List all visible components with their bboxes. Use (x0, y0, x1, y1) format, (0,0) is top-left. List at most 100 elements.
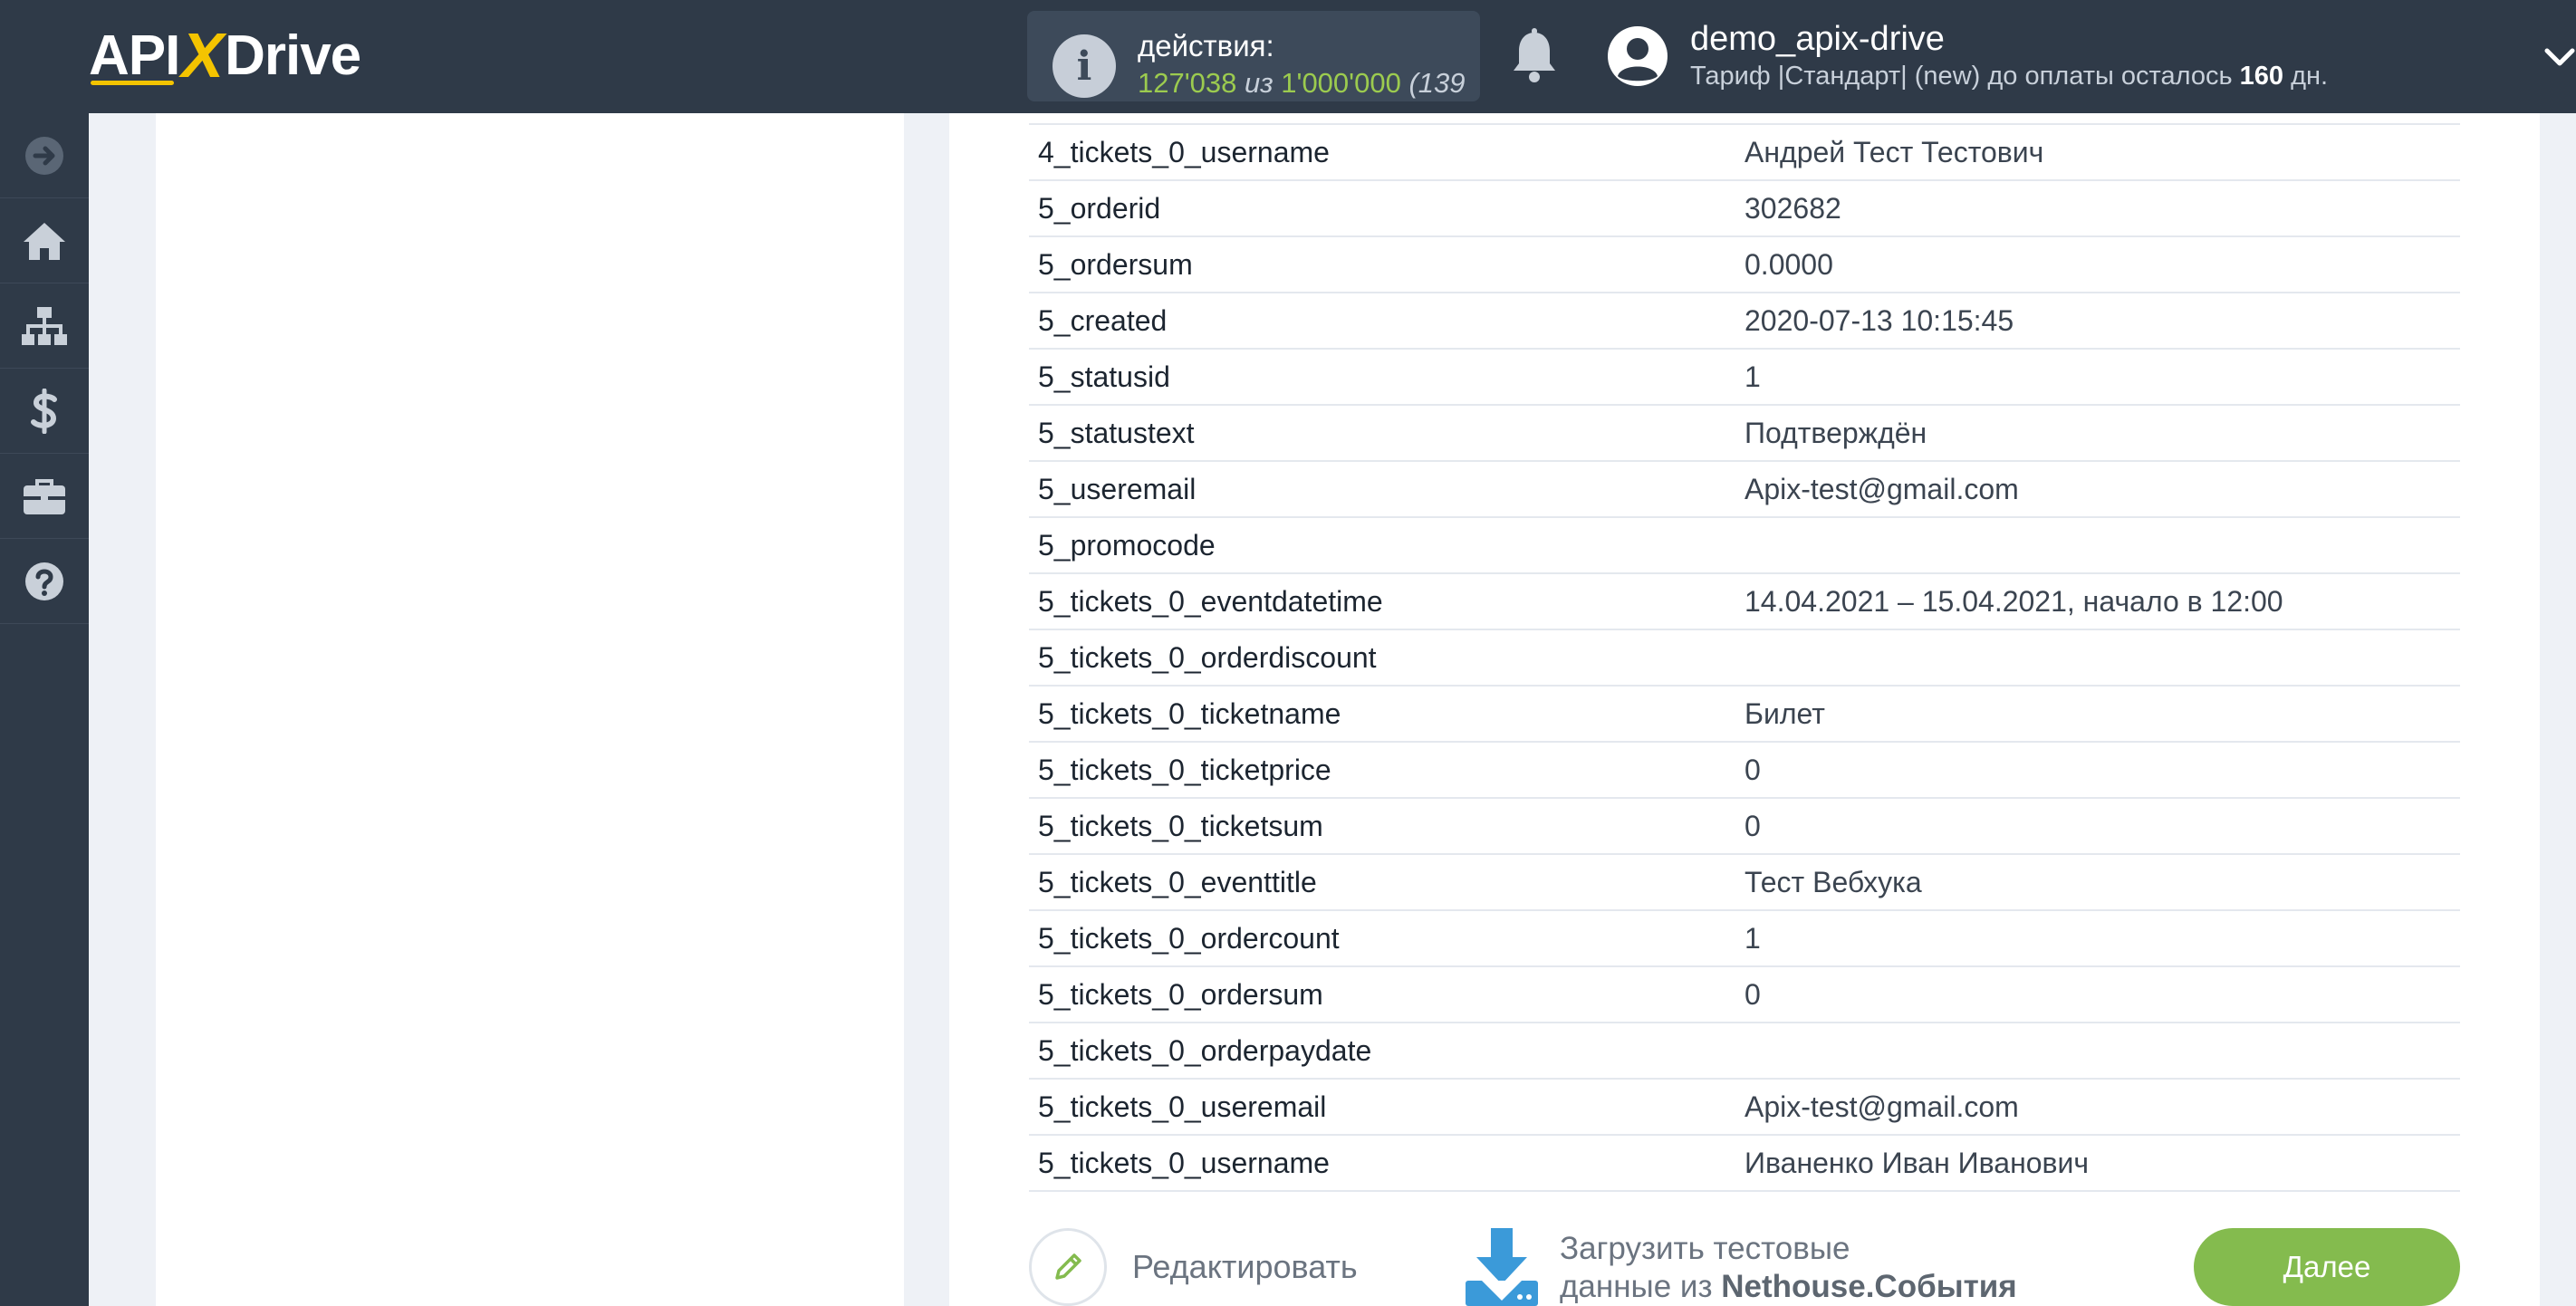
left-panel (156, 113, 904, 1306)
logo-api: API (89, 24, 180, 87)
table-row: 4_tickets_0_username Андрей Тест Тестович (1029, 125, 2460, 181)
field-value: 0 (1745, 809, 1761, 842)
pencil-icon (1055, 1253, 1081, 1280)
logo-underline (91, 81, 174, 85)
download-icon (1466, 1228, 1538, 1306)
sitemap-icon (22, 306, 67, 345)
field-name: 5_tickets_0_ticketname (1038, 696, 1341, 730)
actions-used: 127'038 (1138, 67, 1237, 99)
home-icon (24, 222, 65, 260)
field-value: 0.0000 (1745, 247, 1833, 281)
field-name: 5_tickets_0_eventtitle (1038, 865, 1317, 898)
sidebar-item-expand[interactable] (0, 113, 89, 198)
plan-text: Тариф |Стандарт| (new) до оплаты осталос… (1690, 62, 2233, 91)
table-row: 5_statusid 1 (1029, 350, 2460, 406)
field-name: 5_statustext (1038, 416, 1195, 449)
field-value: 0 (1745, 977, 1761, 1011)
field-name: 5_tickets_0_orderdiscount (1038, 640, 1377, 674)
table-row: 5_ordersum 0.0000 (1029, 237, 2460, 293)
arrow-right-icon (25, 136, 63, 175)
field-name: 4_tickets_0_username (1038, 135, 1330, 168)
table-row: 5_created 2020-07-13 10:15:45 (1029, 293, 2460, 350)
load-line2-prefix: данные из (1560, 1269, 1713, 1304)
table-row: 5_tickets_0_eventdatetime 14.04.2021 – 15… (1029, 574, 2460, 630)
actions-count: 127'038 из 1'000'000 (139 (1138, 67, 1465, 100)
chevron-down-icon[interactable] (2542, 38, 2576, 74)
field-value: 1 (1745, 921, 1761, 955)
edit-button[interactable]: Редактировать (1029, 1228, 1358, 1306)
table-row: 5_tickets_0_useremail Apix-test@gmail.com (1029, 1080, 2460, 1136)
load-line1: Загрузить тестовые (1560, 1231, 1850, 1266)
sidebar (0, 113, 89, 1306)
field-value: Тест Вебхука (1745, 865, 1922, 898)
plan-days-unit: дн. (2291, 62, 2329, 91)
field-value: Подтверждён (1745, 416, 1927, 449)
bell-icon[interactable] (1507, 27, 1562, 85)
table-row: 5_statustext Подтверждён (1029, 406, 2460, 462)
field-value: Иваненко Иван Иванович (1745, 1146, 2090, 1179)
table-row: 5_promocode (1029, 518, 2460, 574)
table-row: 5_tickets_0_orderpaydate (1029, 1023, 2460, 1080)
field-value: Apix-test@gmail.com (1745, 472, 2019, 505)
field-name: 5_ordersum (1038, 247, 1193, 281)
username[interactable]: demo_apix-drive (1690, 20, 1945, 59)
sidebar-item-tools[interactable] (0, 454, 89, 539)
table-row: 5_useremail Apix-test@gmail.com (1029, 462, 2460, 518)
plan-info: Тариф |Стандарт| (new) до оплаты осталос… (1690, 62, 2328, 91)
table-row: 5_orderid 302682 (1029, 181, 2460, 237)
field-name: 5_tickets_0_useremail (1038, 1090, 1327, 1123)
field-name: 5_promocode (1038, 528, 1216, 562)
actions-counter[interactable]: i действия: 127'038 из 1'000'000 (139 (1027, 11, 1480, 101)
field-name: 5_orderid (1038, 191, 1161, 225)
field-name: 5_tickets_0_orderpaydate (1038, 1033, 1372, 1067)
field-value: 302682 (1745, 191, 1841, 225)
field-value: 1 (1745, 360, 1761, 393)
logo-drive: Drive (225, 24, 361, 87)
load-test-data-button[interactable]: Загрузить тестовые данные из Nethouse.Со… (1464, 1228, 2017, 1306)
table-row: 5_tickets_0_ticketname Билет (1029, 687, 2460, 743)
table-row: 5_tickets_0_ordersum 0 (1029, 967, 2460, 1023)
actions-of: из (1245, 67, 1274, 99)
load-line2: данные из Nethouse.События (1560, 1268, 2017, 1306)
briefcase-icon (24, 478, 65, 514)
info-icon: i (1053, 34, 1116, 98)
field-name: 5_tickets_0_ordersum (1038, 977, 1323, 1011)
field-name: 5_statusid (1038, 360, 1170, 393)
table-row: 5_tickets_0_username Иваненко Иван Иванов… (1029, 1136, 2460, 1192)
field-value: Билет (1745, 696, 1825, 730)
test-data-table: 4_tickets_0_username Андрей Тест Тестович… (1029, 123, 2460, 1192)
table-row: 5_tickets_0_ordercount 1 (1029, 911, 2460, 967)
field-name: 5_tickets_0_ticketprice (1038, 753, 1331, 786)
sidebar-item-connections[interactable] (0, 283, 89, 369)
actions-total: 1'000'000 (1281, 67, 1401, 99)
edit-label: Редактировать (1132, 1248, 1358, 1285)
field-name: 5_tickets_0_username (1038, 1146, 1330, 1179)
dollar-icon (31, 388, 57, 434)
sidebar-item-home[interactable] (0, 198, 89, 283)
user-avatar-icon[interactable] (1607, 25, 1668, 87)
sidebar-item-billing[interactable] (0, 369, 89, 454)
field-value: 14.04.2021 – 15.04.2021, начало в 12:00 (1745, 584, 2283, 618)
apix-drive-logo[interactable]: API X Drive (89, 20, 361, 91)
field-name: 5_tickets_0_eventdatetime (1038, 584, 1383, 618)
sidebar-item-help[interactable] (0, 539, 89, 624)
field-name: 5_created (1038, 303, 1168, 337)
field-value: Андрей Тест Тестович (1745, 135, 2044, 168)
field-value: 2020-07-13 10:15:45 (1745, 303, 2014, 337)
top-bar: API X Drive i действия: 127'038 из 1'000'0… (0, 0, 2576, 113)
table-row: 5_tickets_0_ticketsum 0 (1029, 799, 2460, 855)
edit-circle (1029, 1228, 1107, 1306)
field-value: 0 (1745, 753, 1761, 786)
field-name: 5_tickets_0_ticketsum (1038, 809, 1323, 842)
next-button[interactable]: Далее (2194, 1228, 2460, 1306)
field-name: 5_tickets_0_ordercount (1038, 921, 1340, 955)
logo-x: X (181, 20, 224, 91)
table-row: 5_tickets_0_orderdiscount (1029, 630, 2460, 687)
help-icon (25, 562, 63, 600)
load-source-name: Nethouse.События (1721, 1269, 2017, 1304)
load-test-data-label: Загрузить тестовые данные из Nethouse.Со… (1560, 1230, 2017, 1306)
field-value: Apix-test@gmail.com (1745, 1090, 2019, 1123)
actions-label: действия: (1138, 29, 1274, 62)
field-name: 5_useremail (1038, 472, 1197, 505)
table-row: 5_tickets_0_eventtitle Тест Вебхука (1029, 855, 2460, 911)
